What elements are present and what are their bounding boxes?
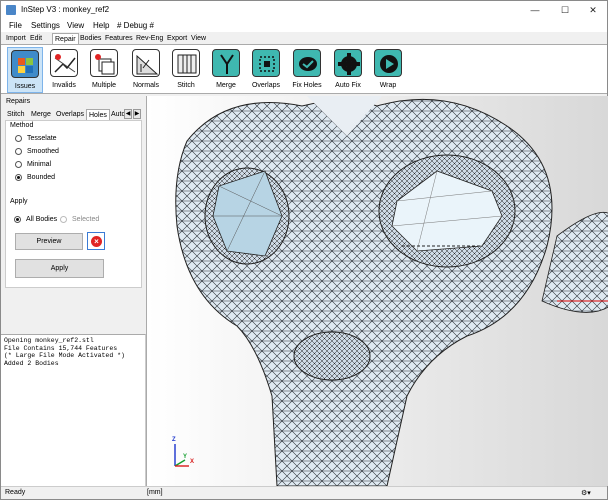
radio-selected[interactable] (60, 216, 67, 223)
window-title: InStep V3 : monkey_ref2 (21, 5, 110, 14)
stitch-label: Stitch (177, 82, 195, 89)
subtab-stitch[interactable]: Stitch (5, 109, 27, 120)
app-window: InStep V3 : monkey_ref2 — ☐ ✕ File Setti… (0, 0, 608, 500)
x-axis-label: X (190, 459, 195, 465)
tab-import[interactable]: Import (4, 33, 28, 44)
tab-features[interactable]: Features (103, 33, 135, 44)
log-line: (* Large File Mode Activated *) (4, 352, 125, 359)
issues-button[interactable]: Issues (7, 47, 43, 93)
subtab-overlaps[interactable]: Overlaps (54, 109, 86, 120)
repairs-title: Repairs (6, 98, 31, 105)
units-label: [mm] (147, 489, 163, 496)
3d-viewport[interactable]: Z Y X (146, 96, 608, 486)
invalids-button[interactable]: Invalids (46, 47, 82, 93)
mesh-model (175, 96, 608, 486)
repairs-panel: Repairs Stitch Merge Overlaps Holes Auto… (1, 96, 146, 334)
tab-repair[interactable]: Repair (52, 33, 79, 44)
menu-debug[interactable]: # Debug # (117, 21, 154, 30)
menu-help[interactable]: Help (93, 21, 109, 30)
overlaps-button[interactable]: Overlaps (248, 47, 284, 93)
multiple-icon (90, 49, 118, 77)
issues-icon (11, 50, 39, 78)
multiple-button[interactable]: Multiple (86, 47, 122, 93)
wrap-icon (374, 49, 402, 77)
all-bodies-label: All Bodies (26, 216, 58, 223)
y-axis-label: Y (183, 454, 188, 460)
close-icon: × (91, 236, 102, 247)
tesselate-label: Tesselate (27, 135, 57, 142)
overlaps-label: Overlaps (251, 82, 280, 89)
minimal-label: Minimal (27, 161, 52, 168)
bounded-label: Bounded (27, 174, 56, 181)
menu-bar: File Settings View Help # Debug # (1, 19, 607, 32)
tab-edit[interactable]: Edit (28, 33, 44, 44)
selected-label: Selected (72, 216, 100, 223)
method-title: Method (10, 122, 34, 129)
tab-view[interactable]: View (189, 33, 208, 44)
merge-button[interactable]: Merge (208, 47, 244, 93)
auto-fix-button[interactable]: Auto Fix (330, 47, 366, 93)
maximize-button[interactable]: ☐ (550, 1, 580, 19)
log-output: Opening monkey_ref2.stl File Contains 15… (1, 334, 146, 486)
overlaps-icon (252, 49, 280, 77)
preview-button[interactable]: Preview (15, 233, 83, 250)
holes-tab-content: Method Tesselate Smoothed Minimal Bounde… (5, 120, 142, 288)
radio-smoothed[interactable] (15, 148, 22, 155)
ribbon-tabs: Import Edit Repair Bodies Features Rev-E… (1, 32, 607, 44)
scroll-left-icon[interactable]: ◀ (124, 109, 132, 119)
wrap-button[interactable]: Wrap (370, 47, 406, 93)
cancel-preview-button[interactable]: × (87, 232, 105, 250)
smoothed-label: Smoothed (27, 148, 59, 155)
apply-button[interactable]: Apply (15, 259, 104, 278)
radio-minimal[interactable] (15, 161, 22, 168)
fix-holes-button[interactable]: Fix Holes (289, 47, 325, 93)
auto-fix-icon (334, 49, 362, 77)
status-bar: Ready [mm] ⚙▾ (1, 486, 607, 499)
auto-fix-label: Auto Fix (335, 82, 361, 89)
menu-view[interactable]: View (67, 21, 84, 30)
app-icon (6, 5, 16, 15)
apply-title: Apply (10, 198, 28, 205)
tab-export[interactable]: Export (165, 33, 189, 44)
tab-rev-eng[interactable]: Rev-Eng (134, 33, 165, 44)
invalids-label: Invalids (52, 82, 76, 89)
normals-label: Normals (132, 82, 160, 89)
invalids-icon (50, 49, 78, 77)
fix-holes-label: Fix Holes (292, 82, 322, 89)
minimize-button[interactable]: — (520, 1, 550, 19)
tab-bodies[interactable]: Bodies (78, 33, 103, 44)
subtab-merge[interactable]: Merge (29, 109, 53, 120)
radio-bounded[interactable] (15, 174, 22, 181)
repair-subtabs: Stitch Merge Overlaps Holes Auto ◀ ▶ (5, 109, 142, 120)
status-text: Ready (5, 489, 26, 496)
issues-label: Issues (14, 83, 36, 90)
wrap-label: Wrap (379, 82, 397, 89)
menu-settings[interactable]: Settings (31, 21, 60, 30)
log-line: Opening monkey_ref2.stl (4, 337, 94, 344)
merge-icon (212, 49, 240, 77)
multiple-label: Multiple (91, 82, 117, 89)
normals-icon (132, 49, 160, 77)
z-axis-label: Z (172, 437, 176, 443)
normals-button[interactable]: Normals (128, 47, 164, 93)
ribbon-toolbar: Issues Invalids Multiple Normals Stitch (1, 44, 607, 94)
menu-file[interactable]: File (9, 21, 22, 30)
fix-holes-icon (293, 49, 321, 77)
radio-all-bodies[interactable] (14, 216, 21, 223)
title-bar: InStep V3 : monkey_ref2 — ☐ ✕ (1, 1, 607, 19)
radio-tesselate[interactable] (15, 135, 22, 142)
close-button[interactable]: ✕ (578, 1, 608, 19)
merge-label: Merge (216, 82, 236, 89)
subtab-holes[interactable]: Holes (86, 109, 110, 120)
scroll-right-icon[interactable]: ▶ (133, 109, 141, 119)
log-line: Added 2 Bodies (4, 359, 59, 367)
log-line: File Contains 15,744 Features (4, 344, 118, 352)
settings-dropdown-icon[interactable]: ⚙▾ (581, 489, 591, 497)
stitch-button[interactable]: Stitch (168, 47, 204, 93)
stitch-icon (172, 49, 200, 77)
